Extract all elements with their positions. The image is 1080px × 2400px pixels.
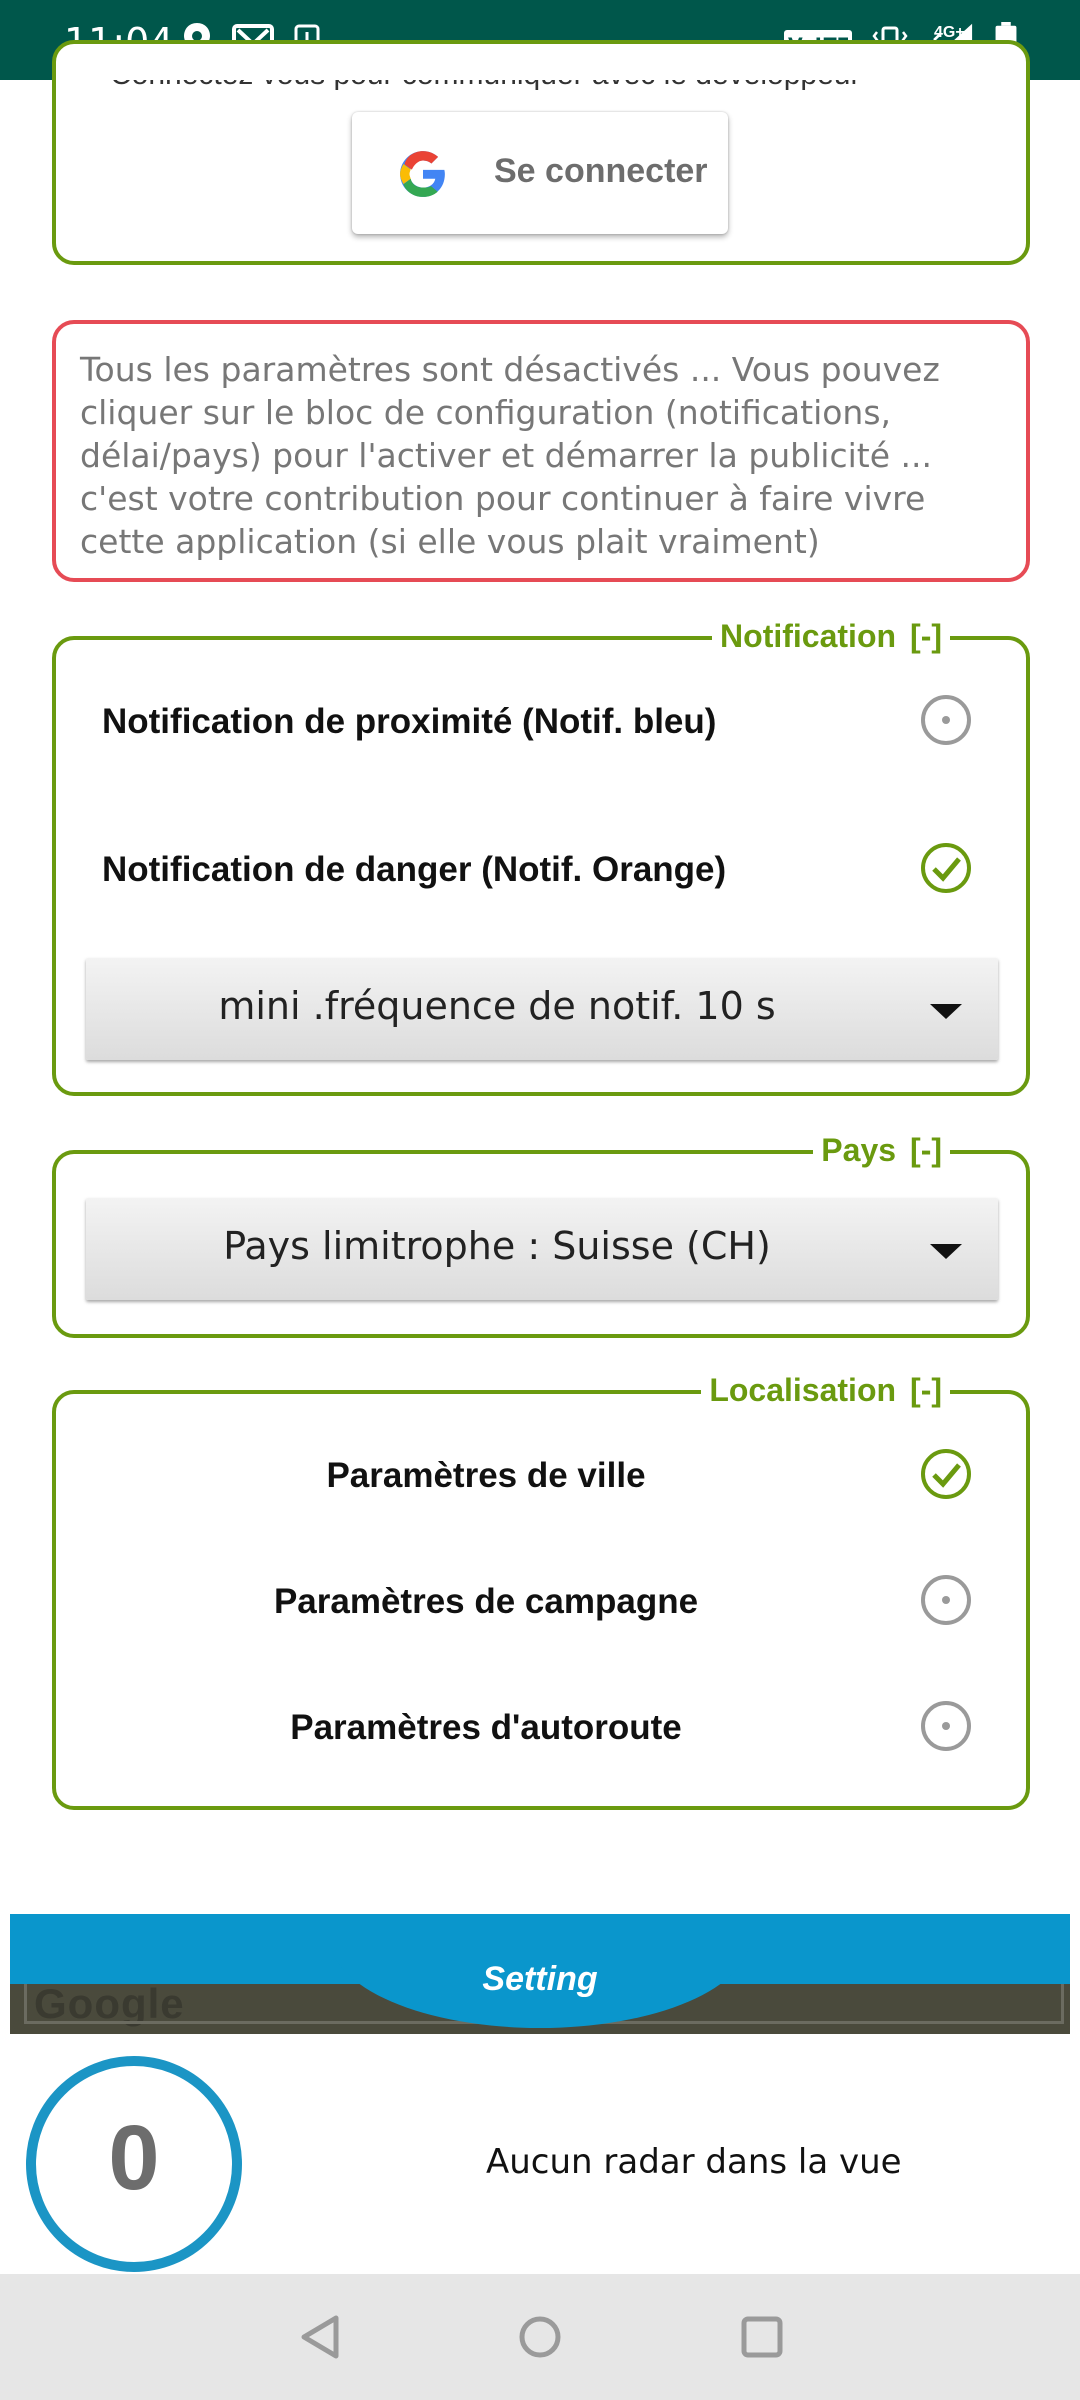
radio-unchecked-icon[interactable] (920, 694, 972, 746)
localisation-panel[interactable]: Localisation [-] Paramètres de ville Para… (52, 1372, 1030, 1810)
localisation-collapse-toggle[interactable]: [-] (910, 1372, 942, 1408)
country-panel-header[interactable]: Pays [-] (813, 1132, 950, 1169)
google-sign-in-button[interactable]: Se connecter (352, 112, 728, 234)
dropdown-arrow-icon (930, 1244, 962, 1259)
radar-counter: 0 (26, 2056, 242, 2272)
notification-panel-title: Notification (720, 618, 897, 654)
notification-panel[interactable]: Notification [-] Notification de proximit… (52, 618, 1030, 1096)
radar-count: 0 (108, 2107, 160, 2209)
recents-icon[interactable] (740, 2314, 784, 2360)
warning-message[interactable]: Tous les paramètres sont désactivés ... … (52, 320, 1030, 582)
navigation-bar (0, 2274, 1080, 2400)
back-icon[interactable] (298, 2314, 342, 2360)
country-panel-title: Pays (821, 1132, 897, 1168)
localisation-panel-title: Localisation (709, 1372, 897, 1408)
radio-unchecked-icon[interactable] (920, 1574, 972, 1626)
app-screen: 11:04 VoLTE 4G+ Conne (0, 0, 1080, 2400)
country-select-value: Pays limitrophe : Suisse (CH) (223, 1224, 771, 1268)
localisation-item-label: Paramètres d'autoroute (290, 1708, 682, 1747)
google-sign-in-label: Se connecter (494, 152, 708, 190)
country-panel[interactable]: Pays [-] Pays limitrophe : Suisse (CH) (52, 1132, 1030, 1338)
localisation-item-label: Paramètres de campagne (273, 1582, 699, 1621)
notification-item-label: Notification de proximité (Notif. bleu) (102, 702, 717, 741)
country-select[interactable]: Pays limitrophe : Suisse (CH) (86, 1198, 998, 1300)
notification-item-label: Notification de danger (Notif. Orange) (102, 850, 727, 889)
home-icon[interactable] (518, 2314, 562, 2360)
notification-collapse-toggle[interactable]: [-] (910, 618, 942, 654)
checkmark-checked-icon[interactable] (920, 1448, 972, 1500)
radio-unchecked-icon[interactable] (920, 1700, 972, 1752)
checkmark-checked-icon[interactable] (920, 842, 972, 894)
notification-panel-header[interactable]: Notification [-] (712, 618, 950, 655)
setting-tab-label[interactable]: Setting (330, 1960, 750, 1999)
dropdown-arrow-icon (930, 1004, 962, 1019)
radar-status-text: Aucun radar dans la vue (486, 2142, 902, 2182)
notification-frequency-select[interactable]: mini .fréquence de notif. 10 s (86, 958, 998, 1060)
country-collapse-toggle[interactable]: [-] (910, 1132, 942, 1168)
google-logo-icon (400, 151, 445, 197)
notification-frequency-value: mini .fréquence de notif. 10 s (218, 984, 776, 1028)
localisation-item-label: Paramètres de ville (326, 1456, 646, 1495)
localisation-panel-header[interactable]: Localisation [-] (701, 1372, 950, 1409)
